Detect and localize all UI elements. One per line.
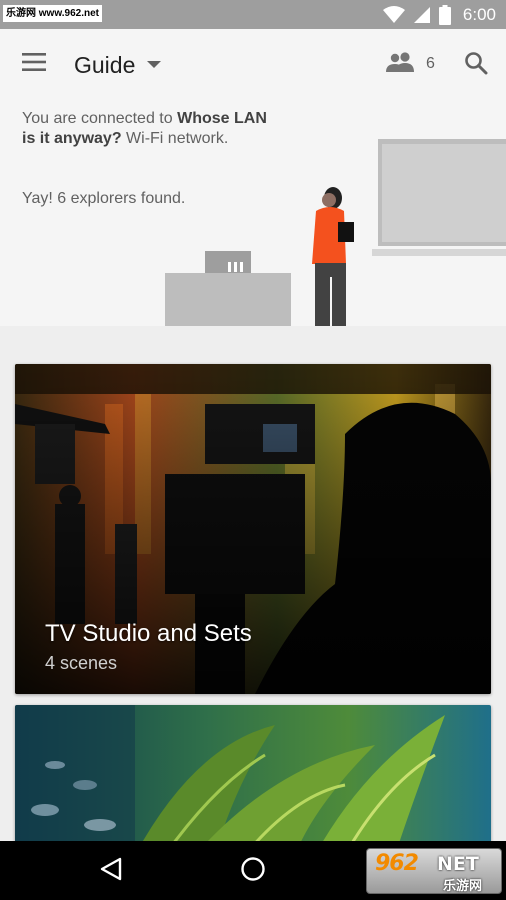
battery-icon [438,4,451,25]
card-title: TV Studio and Sets [45,620,252,647]
logo-chinese: 乐游网 [443,878,483,893]
home-button[interactable] [236,854,270,888]
underwater-image [15,705,491,855]
search-button[interactable] [460,49,492,81]
status-clock: 6:00 [462,4,496,24]
desk-shape [165,273,291,326]
menu-button[interactable] [16,48,52,80]
connection-message: You are connected to Whose LAN is it any… [22,110,267,147]
screen-base [372,249,506,256]
person-tablet [338,222,354,242]
signal-icon [413,6,431,24]
logo-number: 962 [375,851,419,876]
scene-card-underwater[interactable] [15,705,491,855]
home-icon [240,856,266,887]
status-bar: 乐游网 www.962.net 6:00 [0,0,506,29]
app-bar: Guide 6 [0,29,506,99]
card-scene-count: 4 scenes [45,653,118,673]
scene-card-tv-studio[interactable]: TV Studio and Sets 4 scenes [15,364,491,694]
menu-icon [22,52,46,76]
screen-panel [382,144,506,242]
explorer-count: 6 [426,55,435,72]
back-icon [100,857,122,886]
explorers-found-message: Yay! 6 explorers found. [22,190,186,207]
watermark-logo: 962 NET 乐游网 [366,848,502,894]
page-title: Guide [74,51,136,78]
back-button[interactable] [94,854,128,888]
guide-dropdown[interactable]: Guide [74,48,162,82]
watermark-label: 乐游网 www.962.net [3,5,102,22]
people-icon [386,51,416,77]
navigation-bar: 962 NET 乐游网 [0,841,506,900]
connection-hero: You are connected to Whose LAN is it any… [0,99,506,326]
explorers-button[interactable]: 6 [386,49,435,79]
dropdown-arrow-icon [147,56,162,74]
status-icons: 6:00 [382,0,496,29]
wifi-icon [382,5,405,24]
logo-net: NET [437,853,479,875]
search-icon [464,51,488,80]
